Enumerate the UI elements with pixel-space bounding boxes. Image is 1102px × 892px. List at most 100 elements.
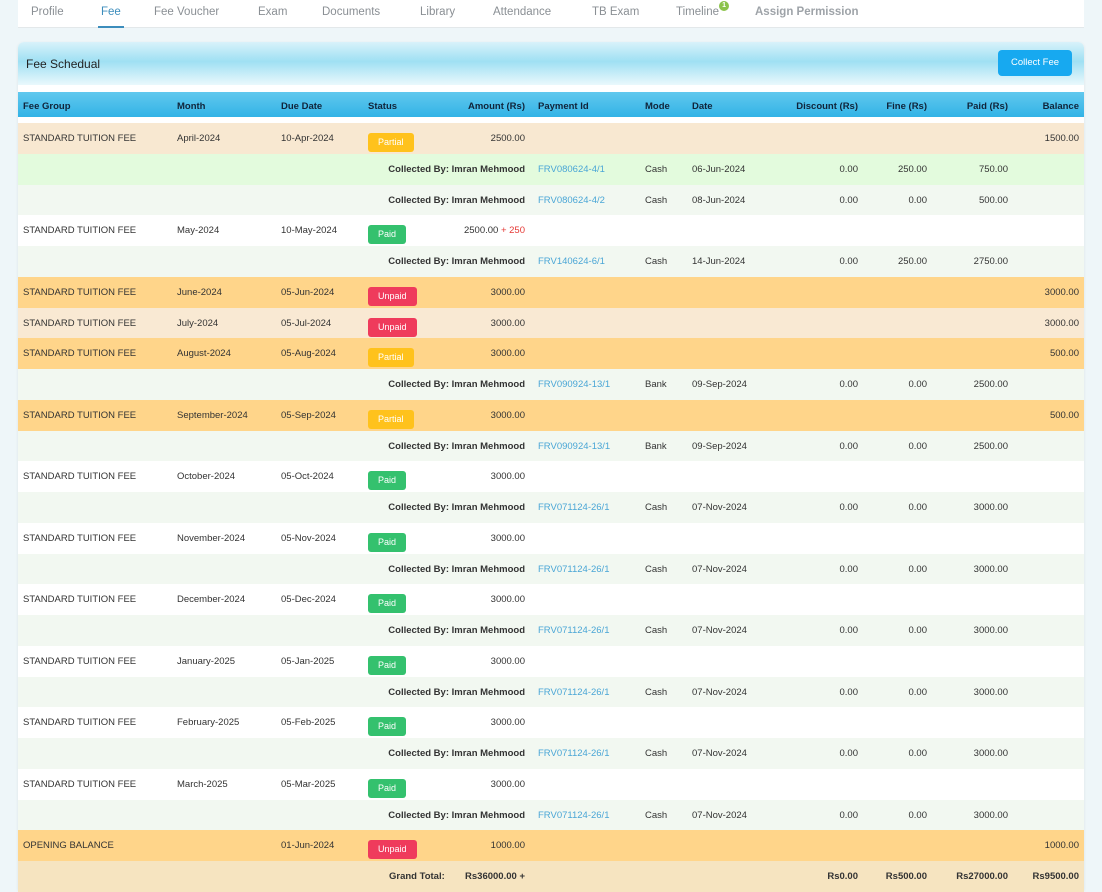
amount: 3000.00 <box>491 779 525 790</box>
fee-month: March-2025 <box>177 778 228 790</box>
due-date: 05-Sep-2024 <box>281 409 336 421</box>
table-header: Fee Group Month Due Date Status Amount (Rs) P… <box>18 92 1084 117</box>
payment-id-link[interactable]: FRV071124-26/1 <box>538 810 609 821</box>
collect-fee-button[interactable]: Collect Fee <box>998 50 1072 76</box>
fee-month: September-2024 <box>177 409 248 421</box>
column-header: Balance <box>1042 101 1079 112</box>
fee-month: May-2024 <box>177 225 220 237</box>
timeline-badge: 1 <box>719 1 730 11</box>
due-date: 05-Aug-2024 <box>281 348 336 360</box>
payment-id-link[interactable]: FRV071124-26/1 <box>538 502 609 513</box>
tab-exam[interactable]: Exam <box>258 0 287 28</box>
fee-row: STANDARD TUITION FEE January-2025 05-Jan-2… <box>18 645 1084 677</box>
fine-extra: + 250 <box>498 225 525 237</box>
tab-fee-voucher[interactable]: Fee Voucher <box>154 0 219 28</box>
collected-by: Collected By: Imran Mehmood <box>388 194 525 206</box>
payment-mode: Cash <box>645 502 668 513</box>
fine: 0.00 <box>908 748 928 759</box>
grand-total-row: Grand Total: Rs36000.00 + Rs0.00 Rs500.00 Rs… <box>18 861 1084 892</box>
balance: 1000.00 <box>1044 840 1079 852</box>
status-badge: Paid <box>368 717 407 737</box>
tab-bar: Profile Fee Fee Voucher Exam Documents Librar… <box>18 0 1084 28</box>
paid: 3000.00 <box>973 748 1008 759</box>
payment-date: 14-Jun-2024 <box>692 256 746 267</box>
status-badge: Unpaid <box>368 286 417 306</box>
collected-row: Collected By: Imran Mehmood FRV140624-6/1… <box>18 246 1084 277</box>
discount: 0.00 <box>839 686 859 698</box>
payment-date: 07-Nov-2024 <box>692 563 747 575</box>
fee-row: STANDARD TUITION FEE March-2025 05-Mar-202… <box>18 768 1084 800</box>
fee-row: STANDARD TUITION FEE August-2024 05-Aug-20… <box>18 338 1084 370</box>
fee-schedule-card: Fee Schedual Collect Fee Fee Group Month D… <box>18 42 1084 892</box>
tab-documents[interactable]: Documents <box>322 0 380 28</box>
fine: 0.00 <box>908 686 928 698</box>
amount: 3000.00 <box>491 410 525 421</box>
fee-group: STANDARD TUITION FEE <box>23 286 137 298</box>
payment-mode: Cash <box>645 163 668 175</box>
payment-mode: Cash <box>645 256 668 267</box>
tab-attendance[interactable]: Attendance <box>493 0 551 28</box>
tab-assign-permission[interactable]: Assign Permission <box>755 0 859 28</box>
collected-row: Collected By: Imran Mehmood FRV090924-13/… <box>18 430 1084 462</box>
due-date: 05-Nov-2024 <box>281 532 336 544</box>
tab-label: Exam <box>258 6 288 18</box>
amount-value: 3000.00 <box>490 286 525 298</box>
tab-library[interactable]: Library <box>420 0 455 28</box>
grand-total-label: Grand Total: <box>389 871 445 882</box>
tab-profile[interactable]: Profile <box>31 0 64 28</box>
payment-id-link[interactable]: FRV071124-26/1 <box>538 625 609 636</box>
tab-timeline[interactable]: Timeline 1 <box>676 0 730 28</box>
column-header: Due Date <box>281 101 323 112</box>
fee-row: STANDARD TUITION FEE May-2024 10-May-2024 P… <box>18 215 1084 247</box>
payment-date: 07-Nov-2024 <box>692 809 747 821</box>
status-badge: Paid <box>368 594 407 614</box>
fee-group: OPENING BALANCE <box>23 840 114 852</box>
tab-tb-exam[interactable]: TB Exam <box>592 0 639 28</box>
payment-mode: Cash <box>645 686 668 698</box>
card-header: Fee Schedual Collect Fee <box>18 42 1084 85</box>
amount: 3000.00 <box>491 656 525 667</box>
fee-row: STANDARD TUITION FEE November-2024 05-Nov-… <box>18 522 1084 554</box>
tab-fee[interactable]: Fee <box>98 0 124 28</box>
column-header: Fee Group <box>23 101 71 112</box>
amount: 3000.00 <box>491 533 525 544</box>
amount-value: 1000.00 <box>490 840 525 852</box>
payment-mode: Cash <box>645 748 668 759</box>
paid: 3000.00 <box>973 809 1008 821</box>
status-badge: Paid <box>368 471 407 491</box>
payment-id-link[interactable]: FRV071124-26/1 <box>538 564 609 575</box>
collected-by: Collected By: Imran Mehmood <box>388 502 525 513</box>
amount-value: 3000.00 <box>490 348 525 360</box>
paid: 2500.00 <box>973 379 1008 390</box>
payment-date: 08-Jun-2024 <box>692 194 746 206</box>
payment-date: 09-Sep-2024 <box>692 440 747 452</box>
fee-group: STANDARD TUITION FEE <box>23 348 137 360</box>
due-date: 05-Mar-2025 <box>281 778 336 790</box>
collected-by: Collected By: Imran Mehmood <box>388 563 525 575</box>
discount: 0.00 <box>839 440 859 452</box>
payment-id-link[interactable]: FRV090924-13/1 <box>538 379 610 390</box>
fee-group: STANDARD TUITION FEE <box>23 717 137 729</box>
payment-id-link[interactable]: FRV080624-4/2 <box>538 195 605 206</box>
payment-id-link[interactable]: FRV090924-13/1 <box>538 441 610 452</box>
collected-row: Collected By: Imran Mehmood FRV071124-26/… <box>18 676 1084 708</box>
column-header: Paid (Rs) <box>966 101 1008 112</box>
amount-value: 3000.00 <box>490 317 525 329</box>
payment-id-link[interactable]: FRV080624-4/1 <box>538 164 605 175</box>
payment-date: 07-Nov-2024 <box>692 502 747 513</box>
fee-month: August-2024 <box>177 348 231 360</box>
tab-label: TB Exam <box>592 6 640 18</box>
payment-date: 07-Nov-2024 <box>692 748 747 759</box>
due-date: 05-Feb-2025 <box>281 717 336 729</box>
discount: 0.00 <box>839 194 859 206</box>
payment-id-link[interactable]: FRV071124-26/1 <box>538 748 609 759</box>
collected-row: Collected By: Imran Mehmood FRV071124-26/… <box>18 492 1084 523</box>
payment-date: 07-Nov-2024 <box>692 686 747 698</box>
payment-id-link[interactable]: FRV071124-26/1 <box>538 687 609 698</box>
discount: 0.00 <box>839 625 859 636</box>
payment-id-link[interactable]: FRV140624-6/1 <box>538 256 605 267</box>
amount: 3000.00 <box>491 717 525 728</box>
amount: 3000.00 <box>491 594 525 605</box>
fine: 250.00 <box>897 256 927 267</box>
fee-month: April-2024 <box>177 133 221 144</box>
